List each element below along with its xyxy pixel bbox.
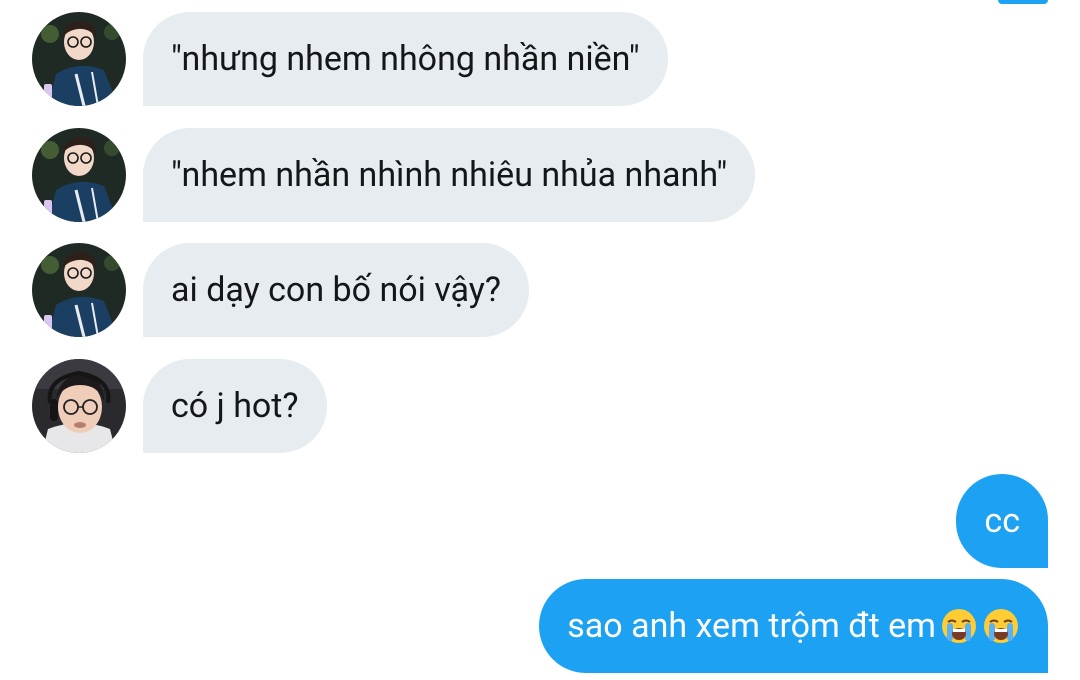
message-text: ai dạy con bố nói vậy?	[171, 270, 501, 310]
message-text: có j hot?	[171, 386, 299, 426]
message-bubble[interactable]: ai dạy con bố nói vậy?	[143, 243, 529, 337]
message-bubble[interactable]: cc	[956, 474, 1048, 568]
sender-avatar[interactable]	[32, 243, 126, 337]
loudly-crying-face-icon	[940, 607, 978, 645]
sender-avatar[interactable]	[32, 359, 126, 453]
avatar-image	[32, 243, 126, 337]
message-bubble[interactable]: có j hot?	[143, 359, 327, 453]
message-bubble[interactable]: sao anh xem trộm đt em	[539, 579, 1048, 673]
avatar-image	[32, 128, 126, 222]
loudly-crying-face-icon	[982, 607, 1020, 645]
sender-avatar[interactable]	[32, 12, 126, 106]
chat-screen: "nhưng nhem nhông nhần niền" "nhem nhần …	[0, 0, 1080, 680]
message-text: "nhưng nhem nhông nhần niền"	[171, 39, 640, 79]
message-text: "nhem nhần nhình nhiêu nhủa nhanh"	[171, 155, 728, 195]
avatar-image	[32, 359, 126, 453]
avatar-image	[32, 12, 126, 106]
previous-outgoing-message-edge	[998, 0, 1048, 4]
message-text: cc	[984, 501, 1020, 541]
message-bubble[interactable]: "nhem nhần nhình nhiêu nhủa nhanh"	[143, 128, 756, 222]
sender-avatar[interactable]	[32, 128, 126, 222]
message-text: sao anh xem trộm đt em	[567, 606, 936, 646]
message-bubble[interactable]: "nhưng nhem nhông nhần niền"	[143, 12, 668, 106]
